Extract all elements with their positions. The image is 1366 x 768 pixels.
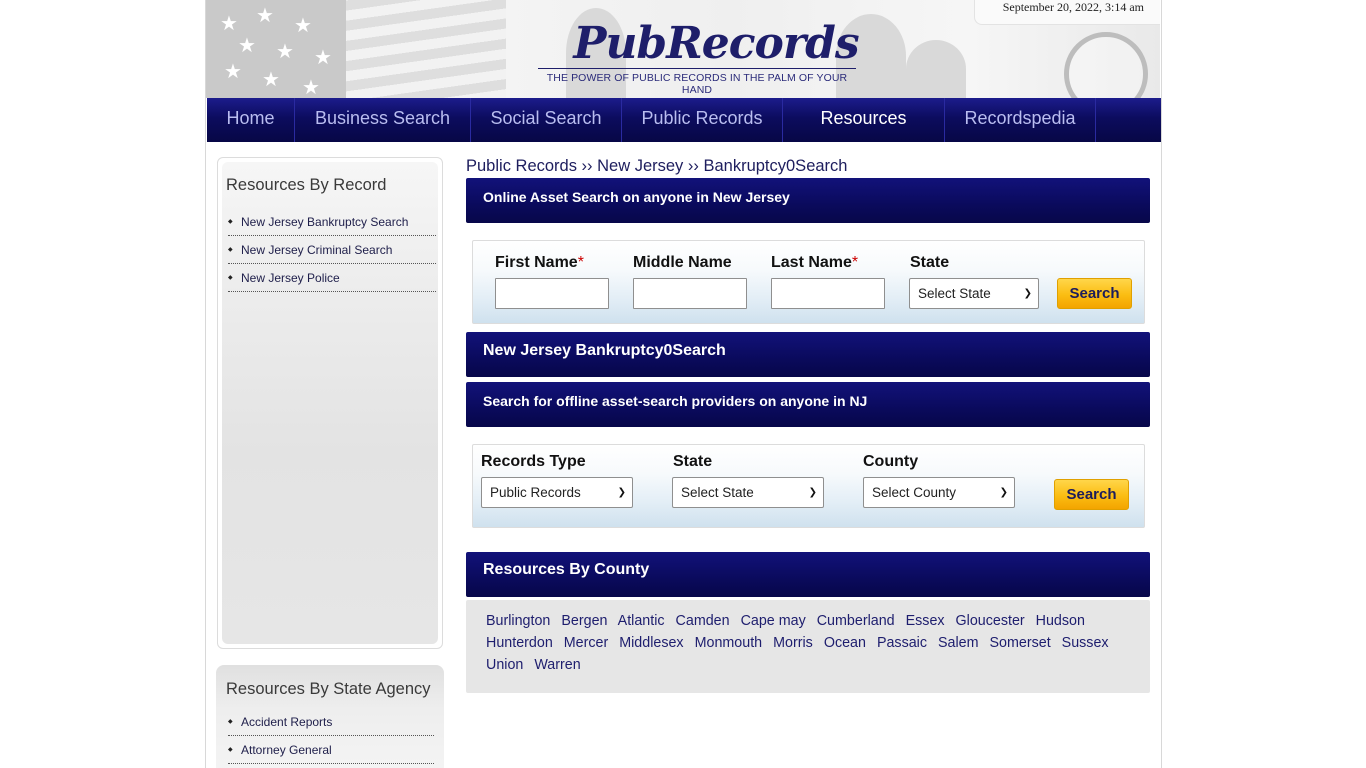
resources-by-agency-list: Accident Reports Attorney General: [228, 708, 434, 764]
county-link[interactable]: Cumberland: [817, 613, 895, 629]
asset-search-header: Online Asset Search on anyone in New Jer…: [466, 178, 1150, 223]
section-title: New Jersey Bankruptcy0Search: [466, 332, 1150, 377]
county-link[interactable]: Union: [486, 657, 523, 673]
records-type-label: Records Type: [481, 453, 586, 470]
county-link[interactable]: Warren: [534, 657, 580, 673]
offline-state-label: State: [673, 453, 713, 470]
county-link[interactable]: Middlesex: [619, 635, 683, 651]
site-header: ★ ★ ★ ★ ★ ★ ★ ★ ★ PubRecords THE POWER O…: [206, 0, 1160, 98]
star-icon: ★: [294, 15, 312, 37]
state-select[interactable]: Select State ❯: [909, 278, 1039, 309]
silhouette-graphic: [906, 40, 966, 98]
county-link[interactable]: Somerset: [990, 635, 1051, 651]
star-icon: ★: [224, 61, 242, 83]
nav-social-search[interactable]: Social Search: [471, 98, 622, 142]
offline-search-form: Records Type State County Public Records…: [472, 444, 1145, 528]
star-icon: ★: [262, 69, 280, 91]
offline-search-header: Search for offline asset-search provider…: [466, 382, 1150, 427]
star-icon: ★: [302, 77, 320, 98]
resources-by-record-list: New Jersey Bankruptcy Search New Jersey …: [228, 208, 436, 292]
first-name-label: First Name*: [495, 254, 584, 271]
resources-by-agency-title: Resources By State Agency: [226, 680, 431, 698]
first-name-input[interactable]: [495, 278, 609, 309]
asset-search-form: First Name* Middle Name Last Name* State…: [472, 240, 1145, 324]
star-icon: ★: [314, 47, 332, 69]
county-link[interactable]: Morris: [773, 635, 813, 651]
county-link[interactable]: Passaic: [877, 635, 927, 651]
county-link[interactable]: Salem: [938, 635, 979, 651]
sidebar-link-accident-reports[interactable]: Accident Reports: [228, 708, 434, 736]
nav-business-search[interactable]: Business Search: [295, 98, 471, 142]
logo-divider: [538, 68, 856, 69]
site-logo[interactable]: PubRecords: [566, 18, 866, 69]
chevron-down-icon: ❯: [808, 487, 817, 498]
resources-by-agency-box: Resources By State Agency Accident Repor…: [216, 665, 444, 768]
date-time: September 20, 2022, 3:14 am: [974, 0, 1160, 25]
sidebar-link-attorney-general[interactable]: Attorney General: [228, 736, 434, 764]
county-list-box: Burlington Bergen Atlantic Camden Cape m…: [466, 600, 1150, 693]
offline-state-select[interactable]: Select State ❯: [672, 477, 824, 508]
star-icon: ★: [220, 13, 238, 35]
offline-search-button[interactable]: Search: [1054, 479, 1129, 510]
chevron-down-icon: ❯: [617, 487, 626, 498]
county-link[interactable]: Monmouth: [695, 635, 763, 651]
counties-header: Resources By County: [466, 552, 1150, 597]
county-select[interactable]: Select County ❯: [863, 477, 1015, 508]
nav-resources[interactable]: Resources: [783, 98, 945, 142]
county-link[interactable]: Sussex: [1062, 635, 1109, 651]
county-link[interactable]: Essex: [906, 613, 945, 629]
nav-recordspedia[interactable]: Recordspedia: [945, 98, 1096, 142]
state-label: State: [910, 254, 950, 271]
breadcrumb[interactable]: Public Records ›› New Jersey ›› Bankrupt…: [466, 157, 847, 176]
county-link[interactable]: Mercer: [564, 635, 608, 651]
resources-by-record-title: Resources By Record: [226, 176, 387, 194]
county-link[interactable]: Hudson: [1036, 613, 1085, 629]
county-link[interactable]: Atlantic: [618, 613, 665, 629]
middle-name-input[interactable]: [633, 278, 747, 309]
chevron-down-icon: ❯: [1023, 288, 1032, 299]
last-name-input[interactable]: [771, 278, 885, 309]
star-icon: ★: [238, 35, 256, 57]
county-link[interactable]: Camden: [676, 613, 730, 629]
last-name-label: Last Name*: [771, 254, 859, 271]
county-label: County: [863, 453, 919, 470]
county-link[interactable]: Gloucester: [956, 613, 1025, 629]
sidebar-link-police[interactable]: New Jersey Police: [228, 264, 436, 292]
records-type-select[interactable]: Public Records ❯: [481, 477, 633, 508]
magnifier-graphic: [1064, 32, 1148, 98]
county-link[interactable]: Burlington: [486, 613, 550, 629]
chevron-down-icon: ❯: [999, 487, 1008, 498]
county-links: Burlington Bergen Atlantic Camden Cape m…: [486, 610, 1142, 676]
county-link[interactable]: Bergen: [561, 613, 607, 629]
star-icon: ★: [256, 5, 274, 27]
logo-tagline: THE POWER OF PUBLIC RECORDS IN THE PALM …: [546, 72, 848, 96]
sidebar-link-bankruptcy-search[interactable]: New Jersey Bankruptcy Search: [228, 208, 436, 236]
middle-name-label: Middle Name: [633, 254, 732, 271]
county-link[interactable]: Cape may: [741, 613, 806, 629]
resources-by-record-box: Resources By Record New Jersey Bankruptc…: [217, 157, 443, 649]
county-link[interactable]: Ocean: [824, 635, 866, 651]
nav-public-records[interactable]: Public Records: [622, 98, 783, 142]
sidebar-link-criminal-search[interactable]: New Jersey Criminal Search: [228, 236, 436, 264]
county-link[interactable]: Hunterdon: [486, 635, 553, 651]
star-icon: ★: [276, 41, 294, 63]
main-nav: Home Business Search Social Search Publi…: [207, 98, 1161, 142]
asset-search-button[interactable]: Search: [1057, 278, 1132, 309]
nav-home[interactable]: Home: [207, 98, 295, 142]
